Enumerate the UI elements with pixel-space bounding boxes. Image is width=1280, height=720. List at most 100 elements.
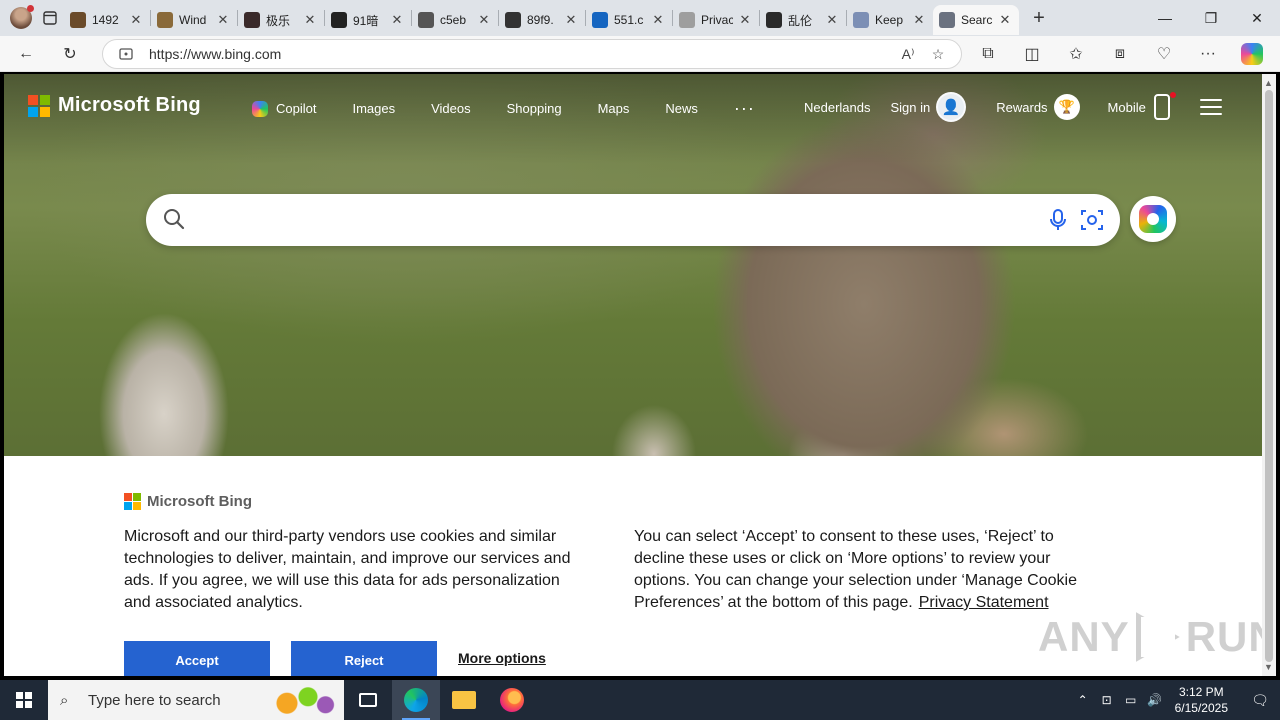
address-url[interactable]: https://www.bing.com	[149, 46, 893, 62]
tab-close-icon[interactable]: ✕	[997, 12, 1013, 28]
menu-hamburger-icon[interactable]	[1199, 99, 1222, 115]
tab-title: 极乐	[266, 13, 291, 28]
network-icon[interactable]: ▭	[1119, 693, 1143, 707]
minimize-button[interactable]: —	[1142, 0, 1188, 36]
collections-button[interactable]: ⧈	[1098, 38, 1142, 70]
visual-search-button[interactable]	[1078, 206, 1106, 234]
tab-close-icon[interactable]: ✕	[824, 12, 840, 28]
browser-tab[interactable]: 91暗 ✕	[325, 5, 411, 35]
tab-close-icon[interactable]: ✕	[302, 12, 318, 28]
reject-button[interactable]: Reject	[291, 641, 437, 676]
tab-title: 91暗	[353, 13, 379, 28]
browser-tab[interactable]: 极乐 ✕	[238, 5, 324, 35]
nav-maps[interactable]: Maps	[598, 101, 630, 116]
tab-favicon-icon	[331, 12, 347, 28]
tab-close-icon[interactable]: ✕	[911, 12, 927, 28]
task-view-button[interactable]	[344, 680, 392, 720]
restore-icon: ❐	[1204, 9, 1218, 26]
notification-icon: 🗨	[1251, 691, 1269, 708]
scroll-down-icon[interactable]: ▼	[1264, 662, 1273, 672]
notifications-button[interactable]: 🗨	[1240, 680, 1280, 720]
mobile-button[interactable]: Mobile	[1108, 92, 1176, 120]
refresh-button[interactable]: ↻	[54, 38, 86, 70]
firefox-taskbar-button[interactable]	[488, 680, 536, 720]
cookie-brand-text: Microsoft Bing	[147, 493, 252, 510]
close-window-button[interactable]: ✕	[1234, 0, 1280, 36]
favorite-star-icon[interactable]: ☆	[923, 39, 953, 69]
back-button[interactable]: ←	[10, 38, 42, 70]
edge-icon	[404, 688, 428, 712]
nav-news[interactable]: News	[665, 101, 698, 116]
bing-logo[interactable]: Microsoft Bing	[28, 94, 201, 117]
nav-shopping[interactable]: Shopping	[507, 101, 562, 116]
voice-search-button[interactable]	[1044, 206, 1072, 234]
file-explorer-button[interactable]	[440, 680, 488, 720]
tab-close-icon[interactable]: ✕	[215, 12, 231, 28]
address-bar[interactable]: https://www.bing.com A⁾ ☆	[102, 39, 962, 69]
close-icon: ✕	[1251, 9, 1263, 26]
volume-icon[interactable]: 🔊	[1143, 693, 1167, 707]
rewards-button[interactable]: Rewards 🏆	[996, 94, 1080, 120]
tab-close-icon[interactable]: ✕	[128, 12, 144, 28]
bing-brand-text: Microsoft Bing	[58, 94, 201, 116]
watermark-left: ANY	[1038, 613, 1130, 660]
nav-videos[interactable]: Videos	[431, 101, 471, 116]
copilot-sidebar-button[interactable]	[1230, 38, 1274, 70]
accept-button[interactable]: Accept	[124, 641, 270, 676]
tab-actions-button[interactable]	[36, 4, 64, 32]
browser-tab[interactable]: Search ✕	[933, 5, 1019, 35]
settings-more-button[interactable]: ···	[1186, 38, 1230, 70]
taskbar-search[interactable]: ⌕ Type here to search	[48, 680, 344, 720]
network-device-icon[interactable]: ⊡	[1095, 693, 1119, 707]
browser-tab[interactable]: c5eb ✕	[412, 5, 498, 35]
browser-tab[interactable]: 89f9. ✕	[499, 5, 585, 35]
windows-logo-icon	[16, 692, 32, 708]
edge-taskbar-button[interactable]	[392, 680, 440, 720]
clock[interactable]: 3:12 PM 6/15/2025	[1175, 684, 1228, 716]
browser-tab[interactable]: Privacy en ✕	[673, 5, 759, 35]
tab-title: 89f9.	[527, 13, 554, 27]
nav-more-button[interactable]: ···	[734, 98, 755, 119]
cookie-description: Microsoft and our third-party vendors us…	[124, 528, 571, 611]
sign-in-button[interactable]: Sign in 👤	[891, 92, 967, 122]
extensions-button[interactable]: ⧉	[966, 38, 1010, 70]
tab-close-icon[interactable]: ✕	[737, 12, 753, 28]
language-link[interactable]: Nederlands	[804, 100, 871, 115]
browser-tab[interactable]: Wind ✕	[151, 5, 237, 35]
task-view-icon	[359, 693, 377, 707]
tab-close-icon[interactable]: ✕	[563, 12, 579, 28]
tab-title: Search	[961, 13, 993, 27]
nav-copilot-label: Copilot	[276, 101, 317, 116]
browser-tab[interactable]: Keep ✕	[847, 5, 933, 35]
more-options-link[interactable]: More options	[458, 650, 546, 666]
search-input[interactable]	[198, 206, 1018, 234]
read-aloud-icon[interactable]: A⁾	[893, 39, 923, 69]
favorites-button[interactable]: ✩	[1054, 38, 1098, 70]
start-button[interactable]	[0, 680, 48, 720]
browser-tab[interactable]: 乱伦 ✕	[760, 5, 846, 35]
performance-button[interactable]: ♡	[1142, 38, 1186, 70]
page-scrollbar[interactable]: ▲ ▼	[1262, 74, 1276, 676]
nav-copilot[interactable]: Copilot	[252, 100, 317, 117]
split-screen-button[interactable]: ◫	[1010, 38, 1054, 70]
chevron-up-icon[interactable]: ⌃	[1071, 693, 1095, 707]
favorites-icon: ✩	[1069, 46, 1083, 63]
scroll-up-icon[interactable]: ▲	[1264, 78, 1273, 88]
scroll-thumb[interactable]	[1265, 90, 1273, 662]
tab-favicon-icon	[679, 12, 695, 28]
tab-title: 551.c	[614, 13, 644, 27]
tab-close-icon[interactable]: ✕	[476, 12, 492, 28]
tab-close-icon[interactable]: ✕	[650, 12, 666, 28]
site-info-icon[interactable]	[111, 39, 141, 69]
privacy-statement-link[interactable]: Privacy Statement	[919, 594, 1049, 611]
copilot-search-button[interactable]	[1130, 196, 1176, 242]
tab-close-icon[interactable]: ✕	[389, 12, 405, 28]
browser-tab[interactable]: 551.c ✕	[586, 5, 672, 35]
new-tab-button[interactable]: +	[1025, 4, 1053, 32]
microphone-icon	[1050, 209, 1066, 230]
browser-tab[interactable]: 1492 ✕	[64, 5, 150, 35]
profile-button[interactable]	[6, 3, 36, 33]
nav-images[interactable]: Images	[352, 101, 395, 116]
restore-button[interactable]: ❐	[1188, 0, 1234, 36]
system-tray: ⌃ ⊡ ▭ 🔊 3:12 PM 6/15/2025 🗨	[1071, 680, 1280, 720]
